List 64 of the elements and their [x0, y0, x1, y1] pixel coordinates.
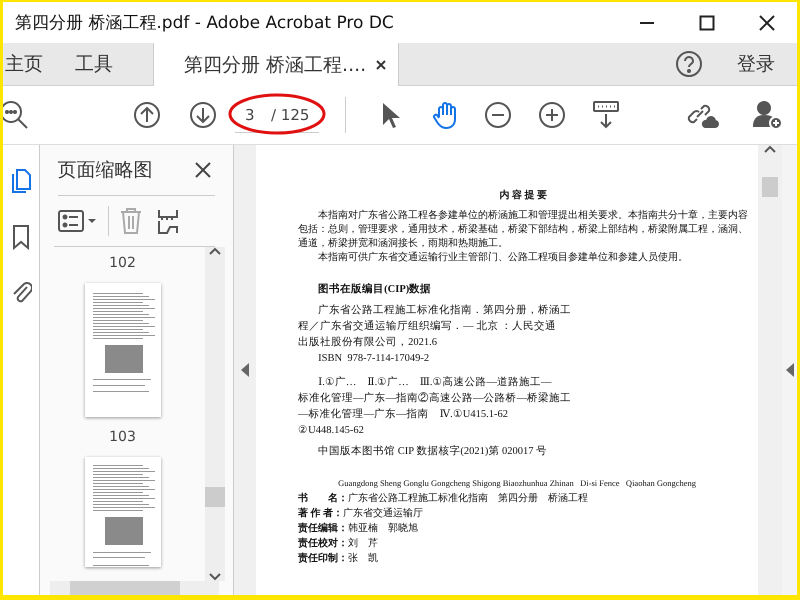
cip-heading: 图书在版编目(CIP)数据 [318, 283, 432, 297]
add-user-icon [753, 100, 783, 130]
tab[interactable]: 工具 [59, 43, 129, 85]
tab[interactable]: 主页 [3, 43, 59, 85]
credit-value: 韩亚楠 郭晓旭 [348, 522, 418, 536]
credit-value: 张 凯 [348, 552, 378, 566]
search-icon [3, 100, 29, 130]
pinyin-title: Guangdong Sheng Gonglu Gongcheng Shigong Biaozhunhua Zhinan Di-si Fence Qiaohan Gongcheng [338, 477, 698, 489]
pages-icon [10, 167, 32, 195]
credit-value: 刘 芹 [348, 536, 378, 551]
list-options-icon [58, 209, 98, 233]
keyboard-arrow-icon [592, 100, 620, 130]
help-icon [675, 50, 703, 78]
cip-line: 程／广东省交通运输厅组织编写．— 北京 ：人民交通 [298, 319, 557, 334]
triangle-left-icon [786, 363, 794, 377]
classification-line: Ⅰ.①广… Ⅱ.①广… Ⅲ.①高速公路—道路施工— [317, 375, 552, 390]
scroll-thumb[interactable] [762, 177, 778, 197]
page-thumbnail[interactable] [84, 283, 160, 417]
credit-label: 书 名： [298, 492, 348, 506]
page-total: / 125 [271, 106, 310, 124]
cip-line: 广东省公路工程施工标准化指南．第四分册，桥涵工 [317, 303, 572, 318]
classification-line: ②U448.145-62 [298, 424, 365, 438]
close-icon [376, 60, 386, 70]
paragraph: 本指南对广东省公路工程各参建单位的桥涵施工和管理提出相关要求。本指南共分十章，主要内容包括：总则，管理要求，通用技术，桥梁基础，桥梁下部结构，桥梁上部结构，桥梁附属工程，涵洞、通道，桥梁拼宽和涵洞接长，雨期和热期施工。 [298, 209, 748, 251]
minus-circle-icon [484, 101, 512, 129]
chevron-up-icon [764, 145, 776, 153]
page-number-label: 102 [109, 255, 136, 271]
credit-label: 责任校对： [298, 536, 348, 551]
scrollbar[interactable] [205, 247, 226, 581]
triangle-left-icon [241, 363, 250, 377]
credit-label: 责任编辑： [298, 522, 348, 536]
arrow-up-icon [133, 101, 161, 129]
chevron-up-icon [209, 247, 222, 255]
horizontal-scrollbar[interactable] [50, 581, 220, 595]
document-scrollbar[interactable] [758, 145, 782, 595]
close-icon [759, 14, 775, 30]
credit-label: 著 作 者： [298, 506, 344, 521]
credit-value: 广东省交通运输厅 [343, 506, 424, 521]
classification-line: 标准化管理—广东—指南②高速公路—公路桥—桥梁施工 [298, 391, 572, 406]
cip-line: ISBN 978-7-114-17049-2 [317, 352, 430, 366]
panel-title: 页面缩略图 [58, 158, 153, 183]
cip-number: 中国版本图书馆 CIP 数据核字(2021)第 020017 号 [318, 445, 548, 459]
document-heading: 内 容 提 要 [498, 189, 548, 203]
sign-in-link[interactable]: 登录 [707, 43, 797, 85]
page-thumbnail[interactable] [84, 457, 160, 567]
extract-pages-icon [156, 207, 179, 235]
pointer-icon [380, 101, 400, 129]
window-title: 第四分册 桥涵工程.pdf - Adobe Acrobat Pro DC [15, 12, 395, 34]
trash-icon [118, 207, 143, 235]
tab[interactable]: 第四分册 桥涵工程.... [153, 43, 400, 86]
cip-line: 出版社股份有限公司，2021.6 [298, 335, 438, 350]
page-number-label: 103 [109, 429, 136, 445]
maximize-icon [699, 14, 715, 30]
paragraph: 本指南可供广东省交通运输行业主管部门、公路工程项目参建单位和参建人员使用。 [317, 251, 690, 265]
credit-label: 责任印制： [298, 552, 348, 566]
classification-line: —标准化管理—广东—指南 Ⅳ.①U415.1-62 [298, 407, 509, 422]
scroll-thumb[interactable] [205, 487, 226, 507]
minimize-icon [639, 22, 655, 24]
credit-value: 广东省公路工程施工标准化指南 第四分册 桥涵工程 [348, 492, 588, 506]
page-number-field[interactable]: 3 [245, 106, 259, 124]
close-icon [195, 162, 212, 178]
plus-circle-icon [538, 101, 566, 129]
chevron-down-icon [209, 573, 222, 581]
arrow-down-icon [189, 101, 217, 129]
